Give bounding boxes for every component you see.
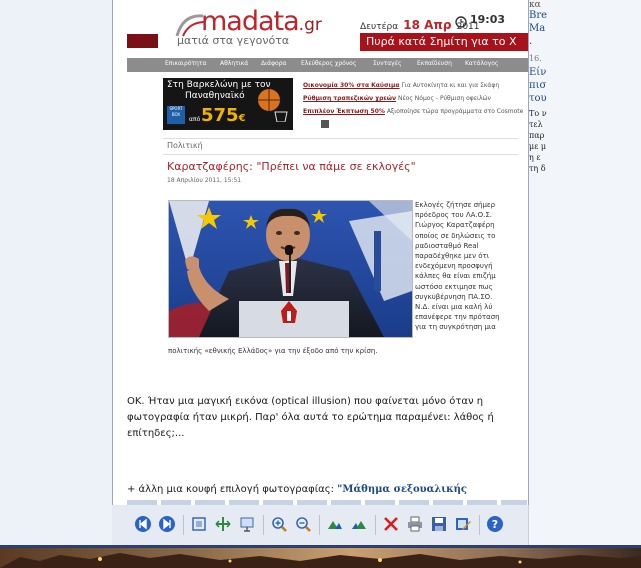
header-time: 19:03 (470, 13, 506, 26)
sponsored-link-title: Ρύθμιση τραπεζικών χρεών (303, 95, 397, 102)
basketball-icon (253, 82, 289, 123)
left-backdrop (0, 0, 112, 545)
rotate-right-icon[interactable] (350, 515, 368, 533)
sponsored-link[interactable]: Επιπλέον Έκπτωση 50% Αξιοποίησε τώρα προ… (303, 108, 523, 115)
article-headline[interactable]: Καρατζαφέρης: "Πρέπει να πάμε σε εκλογές… (167, 160, 416, 173)
breaking-news-ticker[interactable]: Πυρά κατά Σημίτη για το Χ (360, 33, 528, 51)
svg-text:?: ? (492, 518, 498, 531)
divider (163, 154, 518, 155)
sponsored-link-desc: Νέος Νόμος - Ρύθμιση οφειλών (397, 95, 491, 102)
delete-icon[interactable] (382, 515, 400, 533)
body-line: ραδιοσταθμό Real (415, 241, 479, 250)
bg-text-line: με μ (529, 142, 547, 151)
logo-text: madata (201, 6, 300, 37)
next-icon[interactable] (158, 515, 176, 533)
sponsored-link-desc: Για Αυτοκίνητα κι και για Σκάφη (401, 82, 500, 89)
body-line: παραδέχθηκε μεν ότι (415, 252, 490, 261)
nav-item[interactable]: Αθλητικά (220, 60, 248, 67)
body-line: πρόεδρος του ΛΑ.Ο.Σ. (415, 211, 493, 220)
clock-icon (455, 13, 467, 28)
bg-text-line: 16. (529, 54, 542, 63)
bg-text-line: . (529, 36, 533, 47)
bg-text-line: Το ν (529, 109, 547, 118)
bg-text-line: Είν (529, 67, 547, 78)
previous-icon[interactable] (134, 515, 152, 533)
desktop-wallpaper-strip (0, 545, 641, 568)
body-line: συγκυβέρνηση ΠΑ.ΣΟ. (415, 292, 493, 301)
body-line: επανέφερε την πρόταση (415, 313, 500, 322)
bg-text-line: η ε (529, 153, 541, 162)
zoom-in-icon[interactable] (270, 515, 288, 533)
ad-price: 575€ (201, 105, 246, 126)
help-icon[interactable]: ? (486, 515, 504, 533)
toolbar-separator (479, 515, 480, 535)
site-logo[interactable]: madata.gr (201, 6, 322, 37)
sponsored-link[interactable]: Οικονομία 30% στα Καύσιμα Για Αυτοκίνητα… (303, 82, 499, 89)
toolbar-separator (319, 515, 320, 535)
slideshow-icon[interactable] (238, 515, 256, 533)
bg-text-line: παρ (529, 131, 545, 140)
nav-item[interactable]: Διάφορα (261, 60, 286, 67)
bg-text-line: Ma (529, 23, 546, 34)
article-date: 18 Απριλίου 2011, 15:51 (167, 177, 242, 184)
comment-footer-prefix: + άλλη μια κουφή επιλογή φωτογραφίας: (127, 484, 338, 495)
fit-width-icon[interactable] (214, 515, 232, 533)
bg-text-line: κα (529, 0, 541, 10)
zoom-out-icon[interactable] (294, 515, 312, 533)
bg-text-line: του (529, 93, 547, 104)
article-category[interactable]: Πολιτική (167, 141, 203, 150)
body-line: Ν.Δ. είναι μια καλή λύ (415, 303, 493, 312)
viewer-toolbar: ? (112, 505, 528, 545)
nav-item[interactable]: Επικαιρότητα (165, 60, 206, 67)
bg-text-line: τελ (529, 120, 543, 129)
background-page-panel: κα Bre Ma . 16. Είν πισ του Το ν τελ παρ… (528, 0, 641, 545)
rotate-left-icon[interactable] (326, 515, 344, 533)
article-caption: πολιτικής «εθνικής Ελλάδος» για την έξοδ… (168, 347, 378, 355)
related-article-link[interactable]: "Μάθημα σεξουαλικής (337, 484, 467, 495)
logo-suffix: .gr (298, 15, 322, 35)
body-line: Εκλογές ζήτησε σήμερ (415, 201, 496, 209)
sponsored-link-title: Επιπλέον Έκπτωση 50% (303, 108, 385, 115)
divider (163, 138, 518, 139)
ad-from-label: από (189, 116, 201, 123)
bg-text-line: τη δ (529, 164, 546, 173)
ad-choices-icon (321, 120, 329, 128)
sponsored-link-desc: Αξιοποίησε τώρα προγράμματα στο Cosmote (386, 108, 524, 115)
body-line: για τη συγκρότηση μια (415, 323, 496, 332)
nav-item[interactable]: Ελεύθερος χρόνος (301, 60, 356, 67)
header-red-block (127, 34, 158, 48)
toolbar-separator (263, 515, 264, 535)
print-icon[interactable] (406, 515, 424, 533)
ad-badge: SPORT BOX (167, 106, 185, 124)
edit-icon[interactable] (454, 515, 472, 533)
body-line: οποίος σε δηλώσεις το (415, 231, 496, 240)
body-line: ωστόσο εκτιμησε πως (415, 282, 493, 291)
nav-item[interactable]: Συνταγές (373, 60, 402, 67)
sponsored-link-title: Οικονομία 30% στα Καύσιμα (303, 82, 400, 89)
article-body: Εκλογές ζήτησε σήμερ πρόεδρος του ΛΑ.Ο.Σ… (415, 200, 500, 333)
image-viewer-canvas: madata.gr ματιά στα γεγονότα Δευτέρα 18 … (112, 0, 529, 505)
article-photo (168, 200, 413, 338)
toolbar-separator (375, 515, 376, 535)
date-weekday: Δευτέρα (360, 22, 399, 32)
ad-currency: € (238, 113, 246, 124)
ad-line-2: Παναθηναϊκό (185, 91, 245, 101)
bg-text-line: πισ (529, 80, 547, 91)
save-icon[interactable] (430, 515, 448, 533)
bg-text-line: Bre (529, 10, 548, 21)
nav-item[interactable]: Εκπαίδευση (417, 60, 452, 67)
travel-ad-banner[interactable]: Στη Βαρκελώνη με τον Παναθηναϊκό SPORT B… (163, 78, 293, 130)
fit-page-icon[interactable] (190, 515, 208, 533)
toolbar-separator (183, 515, 184, 535)
comment-footer: + άλλη μια κουφή επιλογή φωτογραφίας: "Μ… (127, 484, 467, 495)
body-line: ενδεχόμενη προσφυγή (415, 262, 493, 271)
nav-item[interactable]: Κατάλογος (465, 60, 498, 67)
site-tagline: ματιά στα γεγονότα (177, 34, 290, 47)
comment-text: ΟΚ. Ήταν μια μαγική εικόνα (optical illu… (127, 396, 494, 439)
body-line: κάλπες θα είναι επιζήμ (415, 272, 496, 281)
sponsored-link[interactable]: Ρύθμιση τραπεζικών χρεών Νέος Νόμος - Ρύ… (303, 95, 491, 102)
ad-price-value: 575 (201, 105, 239, 126)
body-line: Γιώργος Καρατζαφέρη (415, 221, 495, 230)
date-day-month: 18 Απρ (403, 18, 452, 32)
